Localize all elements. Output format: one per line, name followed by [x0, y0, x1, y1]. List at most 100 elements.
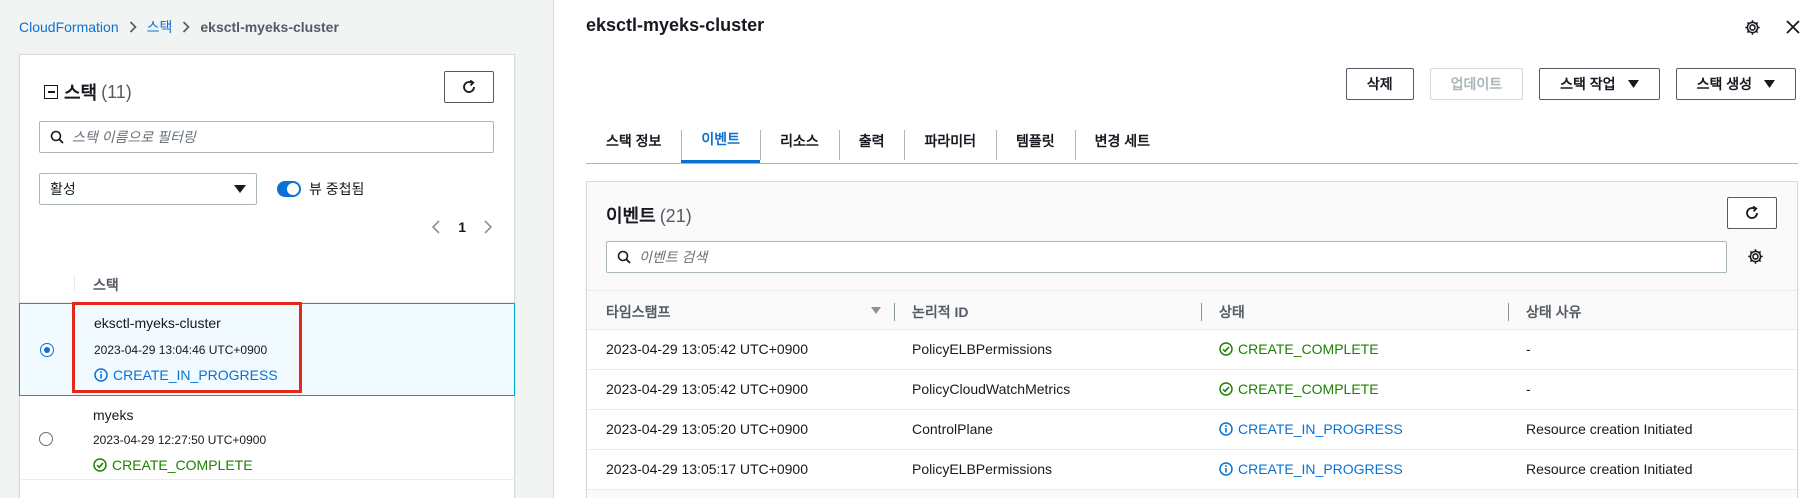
- create-stack-dropdown[interactable]: 스택 생성: [1675, 68, 1796, 100]
- event-timestamp: 2023-04-29 13:05:20 UTC+0900: [606, 421, 808, 437]
- check-circle-icon: [1219, 342, 1233, 356]
- events-search-placeholder: 이벤트 검색: [639, 249, 708, 265]
- tab-outputs[interactable]: 출력: [838, 118, 905, 163]
- detail-tabs: 스택 정보 이벤트 리소스 출력 파라미터 템플릿 변경 세트: [586, 118, 1798, 164]
- stacks-count: (11): [101, 81, 132, 102]
- stack-actions-dropdown[interactable]: 스택 작업: [1539, 68, 1660, 100]
- events-title-wrap: 이벤트 (21): [606, 202, 692, 228]
- sort-descending-icon[interactable]: [871, 307, 881, 314]
- pagination: 1: [432, 219, 492, 235]
- column-header-status[interactable]: 상태: [1219, 302, 1245, 322]
- stacks-panel: 스택 (11) 스택 이름으로 필터링 활성 뷰 중첩됨 1 스택 eksctl…: [19, 54, 515, 498]
- chevron-right-icon: [129, 21, 137, 33]
- events-title: 이벤트: [606, 206, 656, 226]
- status-badge: CREATE_COMPLETE: [1219, 381, 1379, 397]
- tab-resources[interactable]: 리소스: [760, 118, 839, 163]
- stack-name-link[interactable]: myeks: [93, 407, 133, 423]
- delete-button[interactable]: 삭제: [1345, 68, 1414, 100]
- status-badge: CREATE_IN_PROGRESS: [1219, 461, 1403, 477]
- stack-actions-label: 스택 작업: [1560, 76, 1616, 92]
- table-row[interactable]: myeks 2023-04-29 12:27:50 UTC+0900 CREAT…: [19, 396, 515, 480]
- previous-page-icon[interactable]: [432, 220, 440, 234]
- event-logical-id: PolicyCloudWatchMetrics: [912, 381, 1071, 397]
- close-icon[interactable]: [1785, 19, 1801, 35]
- stack-detail-pane: eksctl-myeks-cluster 삭제 업데이트 스택 작업 스택 생성…: [554, 0, 1820, 498]
- caret-down-icon: [234, 185, 246, 193]
- events-panel: 이벤트 (21) 이벤트 검색 타임스탬프 논리적 ID 상태 상태 사유 202…: [586, 181, 1798, 498]
- stacks-title: 스택: [64, 83, 98, 103]
- breadcrumb-current: eksctl-myeks-cluster: [200, 19, 339, 35]
- column-header-status-reason[interactable]: 상태 사유: [1526, 302, 1581, 322]
- event-status-reason: Resource creation Initiated: [1526, 421, 1693, 437]
- nested-view-label: 뷰 중첩됨: [309, 181, 365, 197]
- row-radio[interactable]: [39, 432, 53, 446]
- search-icon: [50, 130, 64, 144]
- events-search-input[interactable]: 이벤트 검색: [606, 241, 1727, 273]
- event-status-reason: -: [1526, 381, 1531, 397]
- next-page-icon[interactable]: [484, 220, 492, 234]
- breadcrumb-cloudformation-link[interactable]: CloudFormation: [19, 19, 119, 35]
- status-badge: CREATE_COMPLETE: [1219, 341, 1379, 357]
- highlight-box: [72, 302, 302, 393]
- event-timestamp: 2023-04-29 13:05:42 UTC+0900: [606, 341, 808, 357]
- stack-filter-input[interactable]: 스택 이름으로 필터링: [39, 121, 494, 153]
- events-count: (21): [659, 206, 692, 226]
- tab-events[interactable]: 이벤트: [681, 118, 761, 163]
- status-text: CREATE_COMPLETE: [112, 457, 253, 473]
- nested-view-toggle[interactable]: 뷰 중첩됨: [277, 179, 364, 199]
- tab-change-sets[interactable]: 변경 세트: [1074, 118, 1170, 163]
- update-button[interactable]: 업데이트: [1429, 68, 1524, 100]
- column-header-timestamp[interactable]: 타임스탬프: [606, 302, 670, 322]
- refresh-icon: [1746, 205, 1758, 219]
- status-badge: CREATE_COMPLETE: [93, 457, 253, 473]
- status-text: CREATE_IN_PROGRESS: [1238, 461, 1403, 477]
- table-row: 2023-04-29 13:05:17 UTC+0900 PolicyELBPe…: [587, 450, 1797, 490]
- status-text: CREATE_COMPLETE: [1238, 381, 1379, 397]
- page-title: eksctl-myeks-cluster: [586, 15, 765, 35]
- event-timestamp: 2023-04-29 13:05:17 UTC+0900: [606, 461, 808, 477]
- status-filter-value: 활성: [50, 181, 76, 197]
- events-table-header: 타임스탬프 논리적 ID 상태 상태 사유: [587, 290, 1797, 330]
- breadcrumb-stacks-link[interactable]: 스택: [147, 17, 173, 37]
- create-stack-label: 스택 생성: [1696, 76, 1752, 92]
- info-icon: [1219, 422, 1233, 436]
- toggle-switch[interactable]: [277, 181, 301, 197]
- table-row: 2023-04-29 13:05:42 UTC+0900 PolicyCloud…: [587, 370, 1797, 410]
- chevron-right-icon: [182, 21, 191, 33]
- status-badge: CREATE_IN_PROGRESS: [1219, 421, 1403, 437]
- event-timestamp: 2023-04-29 13:05:42 UTC+0900: [606, 381, 808, 397]
- column-header-logical-id[interactable]: 논리적 ID: [912, 302, 969, 322]
- event-logical-id: PolicyELBPermissions: [912, 461, 1053, 477]
- stack-filter-placeholder: 스택 이름으로 필터링: [72, 129, 196, 145]
- stacks-panel-header: 스택 (11): [44, 79, 132, 105]
- event-status-reason: Resource creation Initiated: [1526, 461, 1693, 477]
- current-page[interactable]: 1: [458, 219, 466, 235]
- tab-stack-info[interactable]: 스택 정보: [586, 118, 681, 163]
- event-logical-id: PolicyELBPermissions: [912, 341, 1053, 357]
- events-refresh-button[interactable]: [1727, 197, 1777, 229]
- table-row: 2023-04-29 13:05:20 UTC+0900 ControlPlan…: [587, 410, 1797, 450]
- column-header-stack[interactable]: 스택: [93, 275, 119, 295]
- breadcrumb: CloudFormation 스택 eksctl-myeks-cluster: [19, 16, 339, 38]
- status-filter-select[interactable]: 활성: [39, 173, 257, 205]
- collapse-icon[interactable]: [44, 85, 58, 99]
- tab-parameters[interactable]: 파라미터: [904, 118, 996, 163]
- stacks-table-header: 스택: [20, 263, 514, 303]
- stack-list-pane: CloudFormation 스택 eksctl-myeks-cluster 스…: [0, 0, 553, 498]
- event-status-reason: -: [1526, 341, 1531, 357]
- stacks-refresh-button[interactable]: [444, 71, 494, 103]
- info-icon: [1219, 462, 1233, 476]
- refresh-icon: [463, 79, 475, 93]
- row-radio-selected[interactable]: [40, 343, 54, 357]
- status-text: CREATE_COMPLETE: [1238, 341, 1379, 357]
- event-logical-id: ControlPlane: [912, 421, 993, 437]
- table-row: 2023-04-29 13:05:42 UTC+0900 PolicyELBPe…: [587, 330, 1797, 370]
- table-preferences-gear-icon[interactable]: [1747, 248, 1764, 265]
- search-icon: [617, 250, 631, 264]
- tab-template[interactable]: 템플릿: [996, 118, 1075, 163]
- status-text: CREATE_IN_PROGRESS: [1238, 421, 1403, 437]
- gear-icon[interactable]: [1744, 19, 1761, 36]
- stack-actions-toolbar: 삭제 업데이트 스택 작업 스택 생성: [1345, 68, 1796, 100]
- caret-down-icon: [1764, 80, 1775, 88]
- check-circle-icon: [1219, 382, 1233, 396]
